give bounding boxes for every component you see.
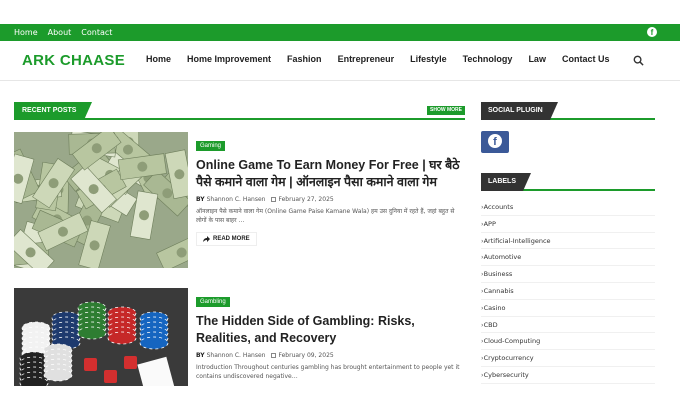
top-links: Home About Contact [14,24,112,41]
nav-item-entrepreneur[interactable]: Entrepreneur [338,54,395,64]
post-info: Gaming Online Game To Earn Money For Fre… [196,132,465,246]
money-pile-image[interactable] [14,132,188,268]
post-title[interactable]: Online Game To Earn Money For Free | घर … [196,157,465,190]
nav-item-home[interactable]: Home [146,54,171,64]
nav-item-contact-us[interactable]: Contact Us [562,54,610,64]
facebook-button[interactable]: f [481,131,509,153]
nav-item-fashion[interactable]: Fashion [287,54,322,64]
search-icon[interactable] [633,55,644,66]
read-more-button[interactable]: READ MORE [196,232,257,246]
by-label: BY [196,352,205,359]
site-header: ARK CHAASE Home Home Improvement Fashion… [0,41,680,81]
recent-posts-header: RECENT POSTS SHOW MORE [14,102,465,120]
post-meta: BY Shannon C. Hansen February 27, 2025 [196,196,465,203]
facebook-icon: f [488,134,502,148]
label-item[interactable]: Cryptocurrency [481,350,655,367]
label-item[interactable]: Business [481,266,655,283]
label-item[interactable]: CBD [481,317,655,334]
label-item[interactable]: Accounts [481,199,655,216]
show-more-button[interactable]: SHOW MORE [427,106,465,115]
label-item[interactable]: Automotive [481,249,655,267]
recent-posts-section: RECENT POSTS SHOW MORE Gaming Online Gam… [14,102,465,386]
post-date: February 27, 2025 [278,196,334,203]
labels-list: Accounts APP Artificial-Intelligence Aut… [481,199,655,384]
category-badge[interactable]: Gambling [196,297,230,307]
nav-item-law[interactable]: Law [528,54,546,64]
post-info: Gambling The Hidden Side of Gambling: Ri… [196,288,465,381]
by-label: BY [196,196,205,203]
label-item[interactable]: APP [481,216,655,233]
post-date: February 09, 2025 [278,352,334,359]
post-excerpt: Introduction Throughout centuries gambli… [196,364,460,380]
post-author[interactable]: Shannon C. Hansen [207,196,266,203]
category-badge[interactable]: Gaming [196,141,226,151]
top-link-home[interactable]: Home [14,28,38,37]
top-bar: Home About Contact f [0,24,680,41]
social-plugin-header: SOCIAL PLUGIN [481,102,655,120]
nav-item-home-improvement[interactable]: Home Improvement [187,54,271,64]
post-title[interactable]: The Hidden Side of Gambling: Risks, Real… [196,313,465,346]
label-item[interactable]: Artificial-Intelligence [481,233,655,250]
sidebar: SOCIAL PLUGIN f LABELS Accounts APP Arti… [481,102,655,384]
post-meta: BY Shannon C. Hansen February 09, 2025 [196,352,465,359]
nav-item-technology[interactable]: Technology [463,54,513,64]
social-plugin-title: SOCIAL PLUGIN [481,102,558,120]
top-link-about[interactable]: About [48,28,72,37]
site-logo[interactable]: ARK CHAASE [22,52,125,69]
label-item[interactable]: Cannabis [481,283,655,300]
share-icon [203,236,210,242]
label-item[interactable]: Casino [481,300,655,317]
calendar-icon [271,197,277,202]
main-nav: Home Home Improvement Fashion Entreprene… [146,54,609,64]
calendar-icon [271,353,277,358]
label-item[interactable]: Cybersecurity [481,367,655,384]
post-excerpt: ऑनलाइन पैसे कमाने वाला गेम (Online Game … [196,208,455,224]
top-link-contact[interactable]: Contact [81,28,112,37]
labels-header: LABELS [481,173,655,191]
nav-item-lifestyle[interactable]: Lifestyle [410,54,447,64]
facebook-icon[interactable]: f [647,27,657,37]
labels-title: LABELS [481,173,531,191]
post-author[interactable]: Shannon C. Hansen [207,352,266,359]
section-title: RECENT POSTS [14,102,93,120]
read-more-label: READ MORE [213,236,250,242]
casino-chips-image[interactable] [14,288,188,386]
label-item[interactable]: Cloud-Computing [481,333,655,351]
